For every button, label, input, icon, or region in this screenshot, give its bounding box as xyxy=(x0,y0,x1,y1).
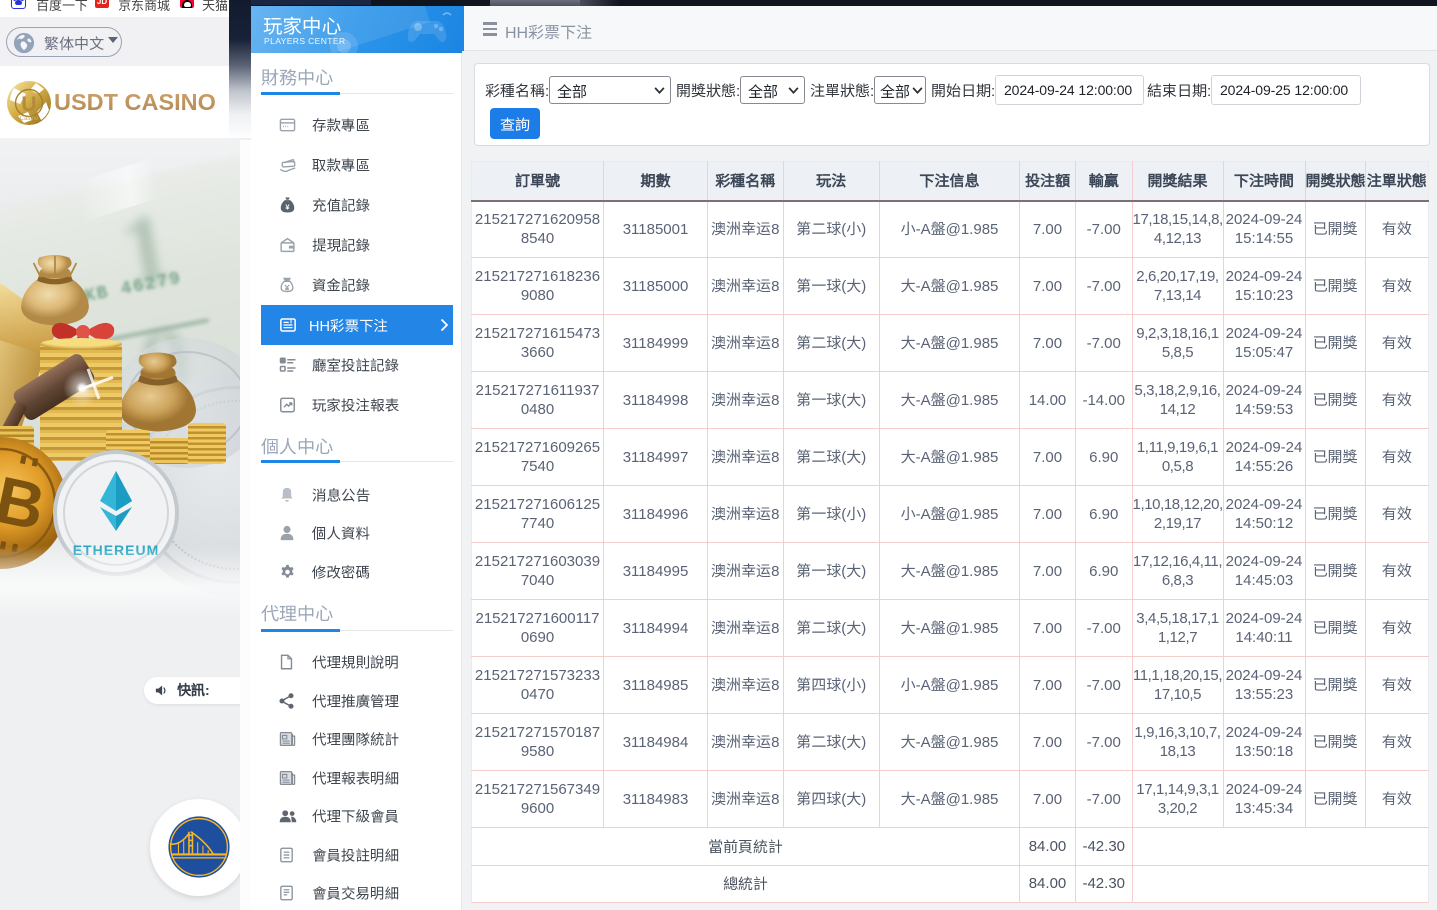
svg-text:U: U xyxy=(21,93,36,116)
svg-text:Casino: Casino xyxy=(20,116,39,122)
